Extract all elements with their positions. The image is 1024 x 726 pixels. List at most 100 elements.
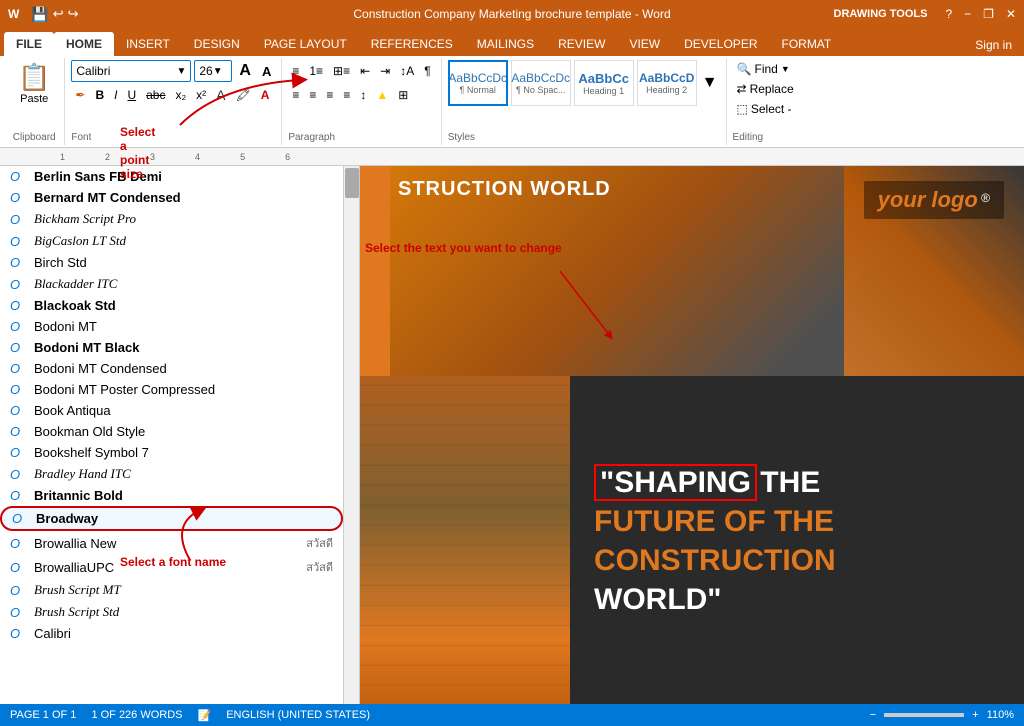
styles-row: AaBbCcDc ¶ Normal AaBbCcDc ¶ No Spac... … xyxy=(448,60,720,106)
style-normal[interactable]: AaBbCcDc ¶ Normal xyxy=(448,60,508,106)
tab-file[interactable]: FILE xyxy=(4,32,54,56)
highlight-btn[interactable]: 🖍 xyxy=(232,84,255,106)
help-btn[interactable]: ? xyxy=(945,7,952,21)
show-marks-btn[interactable]: ¶ xyxy=(420,60,434,82)
font-list-item[interactable]: O Bodoni MT Black xyxy=(0,337,343,358)
font-list-item[interactable]: O Blackadder ITC xyxy=(0,273,343,295)
font-list-item[interactable]: O Brush Script MT xyxy=(0,579,343,601)
align-center-btn[interactable]: ≡ xyxy=(305,84,320,106)
font-list-item[interactable]: O Britannic Bold xyxy=(0,485,343,506)
tab-insert[interactable]: INSERT xyxy=(114,32,182,56)
font-item-icon: O xyxy=(10,560,26,575)
strikethrough-btn[interactable]: abc xyxy=(142,84,169,106)
font-list-item[interactable]: O Bookshelf Symbol 7 xyxy=(0,442,343,463)
tab-home[interactable]: HOME xyxy=(54,32,114,56)
size-dropdown-arrow[interactable]: ▼ xyxy=(213,66,223,77)
clipboard-group: 📋 Paste Clipboard xyxy=(4,58,65,145)
quick-access-undo[interactable]: ↩ xyxy=(53,6,64,22)
sign-in-btn[interactable]: Sign in xyxy=(963,34,1024,56)
document-area[interactable]: STRUCTION WORLD your logo ® xyxy=(360,166,1024,710)
italic-btn[interactable]: I xyxy=(110,84,121,106)
font-list-item[interactable]: O Bodoni MT Poster Compressed xyxy=(0,379,343,400)
justify-btn[interactable]: ≡ xyxy=(339,84,354,106)
increase-font-btn[interactable]: A xyxy=(235,60,255,82)
font-list-item[interactable]: O Bodoni MT xyxy=(0,316,343,337)
tab-review[interactable]: REVIEW xyxy=(546,32,617,56)
font-list-item[interactable]: O Bernard MT Condensed xyxy=(0,187,343,208)
font-list-item[interactable]: O Bickham Script Pro xyxy=(0,208,343,230)
zoom-slider[interactable] xyxy=(884,713,964,717)
word-icon: W xyxy=(8,7,19,21)
tab-page-layout[interactable]: PAGE LAYOUT xyxy=(252,32,359,56)
font-list-item[interactable]: O Blackoak Std xyxy=(0,295,343,316)
paste-button[interactable]: 📋 Paste xyxy=(10,60,58,107)
font-list-item[interactable]: O Bradley Hand ITC xyxy=(0,463,343,485)
tab-design[interactable]: DESIGN xyxy=(182,32,252,56)
styles-scroll-down[interactable]: ▼ xyxy=(700,72,720,94)
tab-view[interactable]: VIEW xyxy=(617,32,672,56)
orange-side-bar xyxy=(360,166,390,376)
font-item-icon: O xyxy=(10,605,26,620)
title-bar-right: DRAWING TOOLS ? − ❐ ✕ xyxy=(828,6,1016,22)
zoom-out-btn[interactable]: − xyxy=(870,709,876,721)
tab-references[interactable]: REFERENCES xyxy=(359,32,465,56)
brochure-lower: "SHAPING THE FUTURE OF THE CONSTRUCTION … xyxy=(360,376,1024,706)
multilevel-btn[interactable]: ⊞≡ xyxy=(329,60,354,82)
font-list-item[interactable]: O Browallia New สวัสดี xyxy=(0,531,343,555)
shading-btn[interactable]: ▲ xyxy=(372,84,392,106)
header-image-area: STRUCTION WORLD your logo ® xyxy=(390,166,1024,376)
quick-access-save[interactable]: 💾 xyxy=(31,6,48,23)
align-right-btn[interactable]: ≡ xyxy=(322,84,337,106)
borders-btn[interactable]: ⊞ xyxy=(394,84,412,106)
font-list-item[interactable]: O BrowalliaUPC สวัสดี xyxy=(0,555,343,579)
font-list-item[interactable]: O Berlin Sans FB Demi xyxy=(0,166,343,187)
tab-developer[interactable]: DEVELOPER xyxy=(672,32,769,56)
font-list-item[interactable]: O Bodoni MT Condensed xyxy=(0,358,343,379)
restore-btn[interactable]: ❐ xyxy=(983,7,994,21)
line-spacing-btn[interactable]: ↕ xyxy=(356,84,370,106)
underline-btn[interactable]: U xyxy=(123,84,140,106)
replace-icon: ⇄ xyxy=(737,82,747,96)
quick-access-redo[interactable]: ↪ xyxy=(68,6,79,22)
decrease-indent-btn[interactable]: ⇤ xyxy=(356,60,374,82)
font-list-item[interactable]: O Broadway xyxy=(0,506,343,531)
clear-format-btn[interactable]: ✒ xyxy=(71,84,89,106)
increase-indent-btn[interactable]: ⇥ xyxy=(376,60,394,82)
superscript-btn[interactable]: x² xyxy=(192,84,210,106)
tab-mailings[interactable]: MAILINGS xyxy=(465,32,546,56)
font-dropdown-arrow[interactable]: ▼ xyxy=(176,66,186,77)
subscript-btn[interactable]: x₂ xyxy=(171,84,190,106)
scrollbar-thumb[interactable] xyxy=(345,168,359,198)
find-btn[interactable]: 🔍 Find ▼ xyxy=(733,60,801,78)
font-list-item[interactable]: O BigCaslon LT Std xyxy=(0,230,343,252)
style-no-spacing[interactable]: AaBbCcDc ¶ No Spac... xyxy=(511,60,571,106)
bullets-btn[interactable]: ≡ xyxy=(288,60,303,82)
tab-format[interactable]: FORMAT xyxy=(769,32,843,56)
align-left-btn[interactable]: ≡ xyxy=(288,84,303,106)
style-heading1[interactable]: AaBbCc Heading 1 xyxy=(574,60,634,106)
window-title: Construction Company Marketing brochure … xyxy=(353,7,670,21)
text-effects-btn[interactable]: A xyxy=(212,84,229,106)
font-list-item[interactable]: O Birch Std xyxy=(0,252,343,273)
sort-btn[interactable]: ↕A xyxy=(396,60,418,82)
close-btn[interactable]: ✕ xyxy=(1006,7,1016,21)
minimize-btn[interactable]: − xyxy=(964,7,971,21)
font-list-item[interactable]: O Brush Script Std xyxy=(0,601,343,623)
font-size-box[interactable]: 26 ▼ xyxy=(194,60,232,82)
decrease-font-btn[interactable]: A xyxy=(258,60,275,82)
style-heading2[interactable]: AaBbCcD Heading 2 xyxy=(637,60,697,106)
bold-btn[interactable]: B xyxy=(91,84,108,106)
font-list-scroll[interactable]: O Berlin Sans FB Demi O Bernard MT Conde… xyxy=(0,166,359,710)
font-list-scrollbar[interactable] xyxy=(343,166,359,710)
font-list-item[interactable]: O Bookman Old Style xyxy=(0,421,343,442)
font-list-item[interactable]: O Calibri xyxy=(0,623,343,644)
styles-group: AaBbCcDc ¶ Normal AaBbCcDc ¶ No Spac... … xyxy=(442,58,727,145)
zoom-in-btn[interactable]: + xyxy=(972,709,978,721)
font-name-box[interactable]: Calibri ▼ xyxy=(71,60,191,82)
font-color-btn[interactable]: A xyxy=(257,84,274,106)
replace-btn[interactable]: ⇄ Replace xyxy=(733,80,801,98)
find-dropdown[interactable]: ▼ xyxy=(781,64,790,74)
font-list-item[interactable]: O Book Antiqua xyxy=(0,400,343,421)
select-btn[interactable]: ⬚ Select - xyxy=(733,100,801,118)
numbering-btn[interactable]: 1≡ xyxy=(305,60,327,82)
